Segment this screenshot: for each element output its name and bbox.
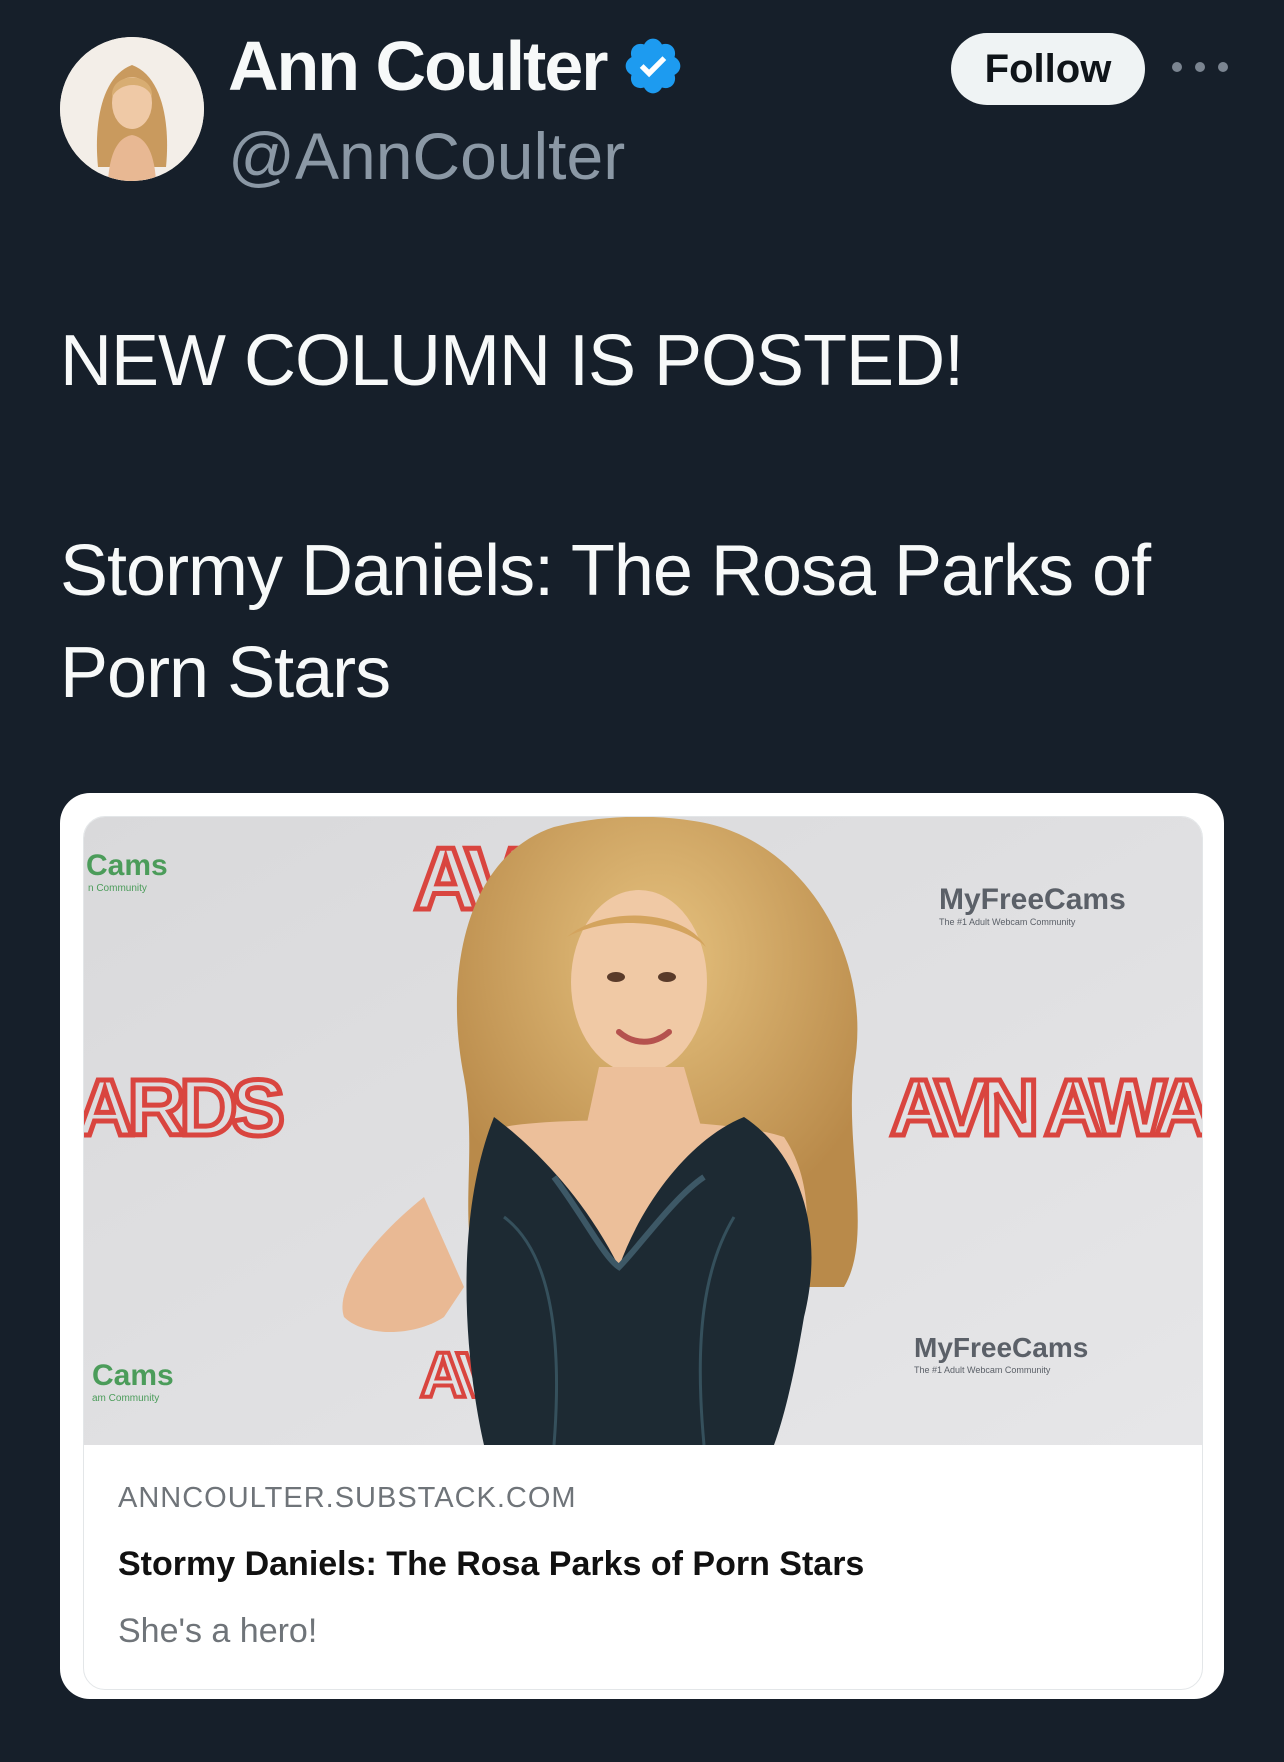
link-card-domain: ANNCOULTER.SUBSTACK.COM <box>118 1482 577 1514</box>
link-card-inner[interactable]: Cams n Community AVN A MyFreeCams The #1… <box>83 816 1203 1690</box>
backdrop-cams-bottom-sub: am Community <box>92 1393 159 1404</box>
verified-badge-icon <box>625 38 680 94</box>
link-card-title[interactable]: Stormy Daniels: The Rosa Parks of Porn S… <box>118 1545 864 1584</box>
avatar-photo <box>60 37 204 181</box>
backdrop-myfreecams-bottom: MyFreeCams <box>914 1332 1088 1363</box>
link-card[interactable]: Cams n Community AVN A MyFreeCams The #1… <box>60 793 1224 1699</box>
more-dot <box>1218 62 1228 72</box>
backdrop-myfreecams-bottom-sub: The #1 Adult Webcam Community <box>914 1365 1051 1375</box>
tweet-text-line-1: NEW COLUMN IS POSTED! <box>60 321 964 401</box>
more-dot <box>1172 62 1182 72</box>
avatar[interactable] <box>60 37 204 181</box>
follow-button[interactable]: Follow <box>951 33 1145 105</box>
link-card-image[interactable]: Cams n Community AVN A MyFreeCams The #1… <box>84 817 1202 1445</box>
link-card-description: She's a hero! <box>118 1612 318 1650</box>
tweet-text-line-2: Stormy Daniels: The Rosa Parks of Porn S… <box>60 531 1151 713</box>
backdrop-myfreecams-top-sub: The #1 Adult Webcam Community <box>939 917 1076 927</box>
author-name-row[interactable]: Ann Coulter <box>228 26 685 106</box>
backdrop-ards-left: ARDS <box>84 1063 282 1152</box>
backdrop-cams-top: Cams <box>86 849 168 882</box>
backdrop-cams-top-sub: n Community <box>88 883 147 894</box>
backdrop-avn-awards-right: AVN AWARDS <box>890 1063 1202 1152</box>
backdrop-cams-bottom: Cams <box>92 1359 174 1392</box>
more-options-icon[interactable] <box>1172 52 1228 82</box>
author-handle[interactable]: @AnnCoulter <box>228 118 625 194</box>
more-dot <box>1195 62 1205 72</box>
backdrop-myfreecams-top: MyFreeCams <box>939 883 1126 916</box>
author-display-name[interactable]: Ann Coulter <box>228 26 609 106</box>
